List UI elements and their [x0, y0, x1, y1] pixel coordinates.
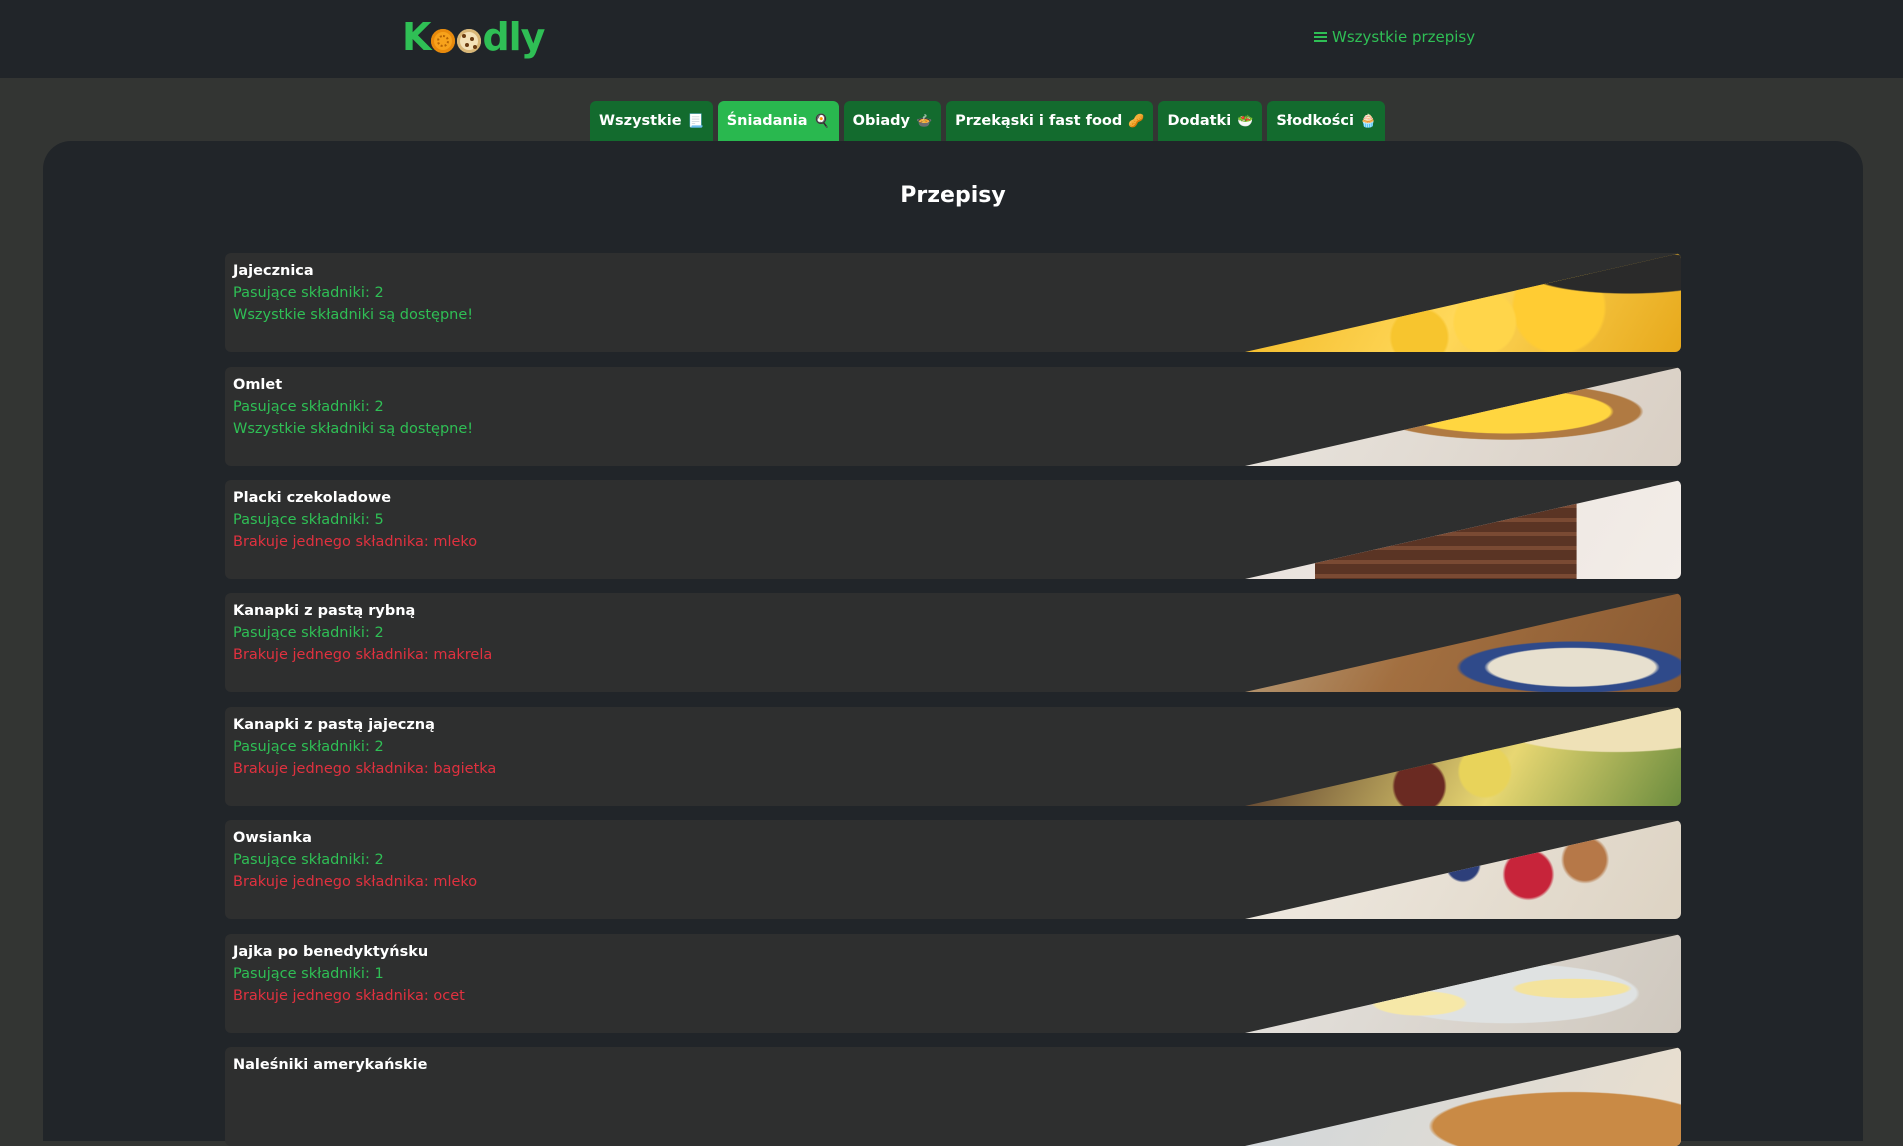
recipe-name: Jajka po benedyktyńsku [233, 944, 429, 960]
tab-breakfast[interactable]: Śniadania 🍳 [717, 101, 839, 141]
list-icon [1314, 32, 1327, 42]
matching-ingredients: Pasujące składniki: 2 [233, 625, 384, 641]
tab-label: Wszystkie [599, 113, 682, 129]
ingredient-status: Brakuje jednego składnika: mleko [233, 874, 478, 890]
recipe-name: Naleśniki amerykańskie [233, 1057, 428, 1073]
ingredient-status: Brakuje jednego składnika: bagietka [233, 761, 497, 777]
frying-pan-icon: 🍳 [813, 113, 830, 129]
cookie-icon [457, 29, 482, 53]
eggs-benedict-photo [1245, 934, 1681, 1033]
recipe-name: Kanapki z pastą jajeczną [233, 717, 435, 733]
tab-label: Przekąski i fast food [955, 113, 1123, 129]
matching-ingredients: Pasujące składniki: 2 [233, 739, 384, 755]
recipe-card[interactable]: Owsianka Pasujące składniki: 2 Brakuje j… [225, 820, 1681, 919]
orange-slice-icon [431, 29, 456, 53]
omelette-photo [1245, 367, 1681, 466]
recipe-card[interactable]: Placki czekoladowe Pasujące składniki: 5… [225, 480, 1681, 579]
tab-all[interactable]: Wszystkie 📃 [590, 101, 713, 141]
ingredient-status: Wszystkie składniki są dostępne! [233, 307, 474, 323]
scrambled-eggs-photo [1245, 253, 1681, 352]
recipe-card[interactable]: Omlet Pasujące składniki: 2 Wszystkie sk… [225, 367, 1681, 466]
tab-label: Śniadania [726, 113, 808, 129]
ingredient-status: Brakuje jednego składnika: ocet [233, 988, 465, 1004]
page-title: Przepisy [900, 183, 1006, 208]
recipe-card[interactable]: Naleśniki amerykańskie [225, 1047, 1681, 1146]
all-recipes-link[interactable]: Wszystkie przepisy [1314, 28, 1475, 46]
cupcake-icon: 🧁 [1359, 113, 1377, 129]
tab-label: Obiady [852, 113, 910, 129]
egg-paste-sandwiches-photo [1245, 707, 1681, 806]
chocolate-pancakes-photo [1245, 480, 1681, 579]
tab-label: Dodatki [1167, 113, 1232, 129]
tab-sweets[interactable]: Słodkości 🧁 [1267, 101, 1386, 141]
recipe-card[interactable]: Jajecznica Pasujące składniki: 2 Wszystk… [225, 253, 1681, 352]
recipe-name: Owsianka [233, 830, 312, 846]
logo-text: dly [482, 15, 545, 59]
top-navbar: K dly Wszystkie przepisy [0, 0, 1903, 78]
matching-ingredients: Pasujące składniki: 2 [233, 852, 384, 868]
tab-label: Słodkości [1276, 113, 1354, 129]
matching-ingredients: Pasujące składniki: 2 [233, 285, 384, 301]
recipe-name: Placki czekoladowe [233, 490, 392, 506]
tab-dinners[interactable]: Obiady 🍲 [843, 101, 942, 141]
recipe-name: Omlet [233, 377, 283, 393]
matching-ingredients: Pasujące składniki: 1 [233, 966, 384, 982]
salad-icon: 🥗 [1237, 113, 1254, 129]
recipe-card[interactable]: Jajka po benedyktyńsku Pasujące składnik… [225, 934, 1681, 1033]
ingredient-status: Wszystkie składniki są dostępne! [233, 421, 474, 437]
tab-sides[interactable]: Dodatki 🥗 [1158, 101, 1263, 141]
all-recipes-label: Wszystkie przepisy [1332, 28, 1476, 46]
koodly-logo[interactable]: K dly [402, 14, 545, 60]
peanut-icon: 🥜 [1128, 113, 1145, 129]
recipe-name: Jajecznica [233, 263, 314, 279]
tab-snacks[interactable]: Przekąski i fast food 🥜 [946, 101, 1154, 141]
recipe-card[interactable]: Kanapki z pastą rybną Pasujące składniki… [225, 593, 1681, 692]
ingredient-status: Brakuje jednego składnika: makrela [233, 647, 493, 663]
matching-ingredients: Pasujące składniki: 5 [233, 512, 384, 528]
matching-ingredients: Pasujące składniki: 2 [233, 399, 384, 415]
logo-letter: K [402, 15, 431, 59]
document-icon: 📃 [687, 113, 704, 129]
fish-paste-sandwiches-photo [1245, 593, 1681, 692]
category-tabs: Wszystkie 📃 Śniadania 🍳 Obiady 🍲 Przekąs… [590, 101, 1386, 141]
american-pancakes-photo [1245, 1047, 1681, 1146]
pot-of-food-icon: 🍲 [915, 113, 933, 129]
recipe-card[interactable]: Kanapki z pastą jajeczną Pasujące składn… [225, 707, 1681, 806]
ingredient-status: Brakuje jednego składnika: mleko [233, 534, 478, 550]
oatmeal-photo [1245, 820, 1681, 919]
recipe-name: Kanapki z pastą rybną [233, 603, 416, 619]
recipes-panel: Przepisy Jajecznica Pasujące składniki: … [43, 141, 1863, 1146]
